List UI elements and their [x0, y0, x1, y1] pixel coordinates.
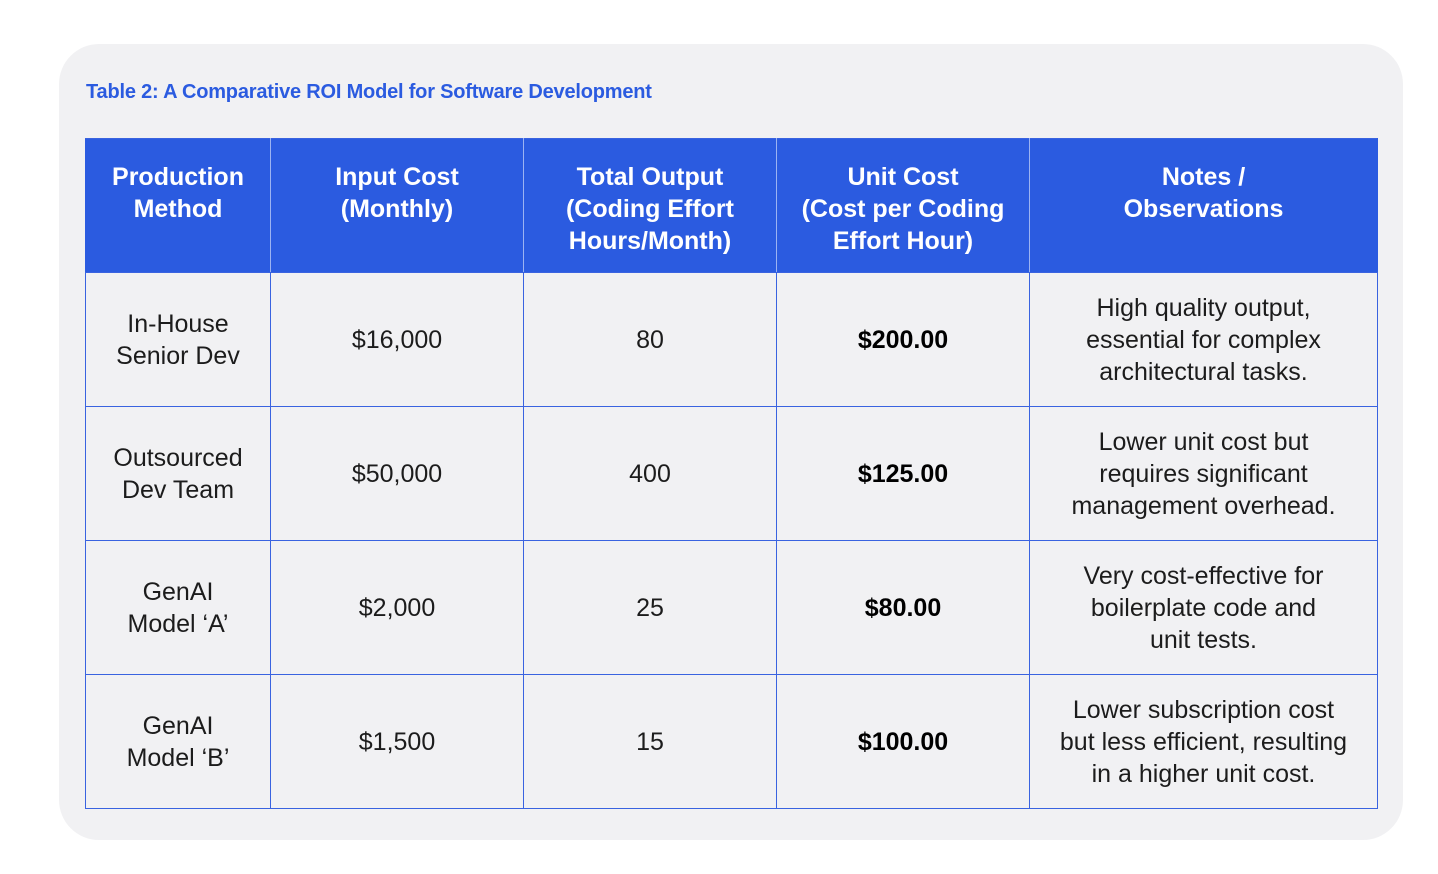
cell-line: boilerplate code and [1090, 593, 1317, 622]
cell-notes: Lower subscription cost but less efficie… [1029, 674, 1378, 809]
cell-notes: Lower unit cost but requires significant… [1029, 406, 1378, 541]
header-line: Total Output [576, 163, 724, 191]
cell-input-cost: $50,000 [270, 406, 524, 541]
cell-line: in a higher unit cost. [1091, 759, 1316, 788]
cell-line: unit tests. [1150, 625, 1257, 654]
header-row: Production Method Input Cost (Monthly) T… [85, 138, 1378, 273]
table-row: GenAI Model ‘B’ $1,500 15 $100.00 Lower … [85, 674, 1378, 809]
cell-method: Outsourced Dev Team [85, 406, 271, 541]
table-row: GenAI Model ‘A’ $2,000 25 $80.00 Very co… [85, 540, 1378, 675]
header-line: (Coding Effort [565, 195, 734, 223]
cell-notes: High quality output, essential for compl… [1029, 272, 1378, 407]
header-input-cost: Input Cost (Monthly) [270, 138, 524, 273]
cell-notes: Very cost-effective for boilerplate code… [1029, 540, 1378, 675]
header-line: Effort Hour) [832, 227, 974, 255]
cell-input-cost: $1,500 [270, 674, 524, 809]
cell-line: GenAI [142, 577, 214, 606]
cell-line: architectural tasks. [1099, 357, 1308, 386]
cell-line: Very cost-effective for [1083, 561, 1324, 590]
cell-line: Lower subscription cost [1072, 695, 1335, 724]
cell-line: Model ‘B’ [126, 743, 230, 772]
roi-table: Production Method Input Cost (Monthly) T… [85, 138, 1378, 809]
header-line: Hours/Month) [568, 227, 732, 255]
header-total-output: Total Output (Coding Effort Hours/Month) [523, 138, 777, 273]
cell-unit-cost: $80.00 [776, 540, 1030, 675]
header-line: Notes / [1161, 163, 1246, 191]
cell-line: Outsourced [113, 443, 243, 472]
cell-line: Dev Team [121, 475, 235, 504]
cell-line: but less efficient, resulting [1059, 727, 1348, 756]
cell-unit-cost: $200.00 [776, 272, 1030, 407]
cell-method: In-House Senior Dev [85, 272, 271, 407]
cell-line: requires significant [1099, 459, 1308, 488]
header-line: Production [112, 163, 244, 191]
header-line: Method [133, 195, 223, 223]
cell-line: GenAI [142, 711, 214, 740]
cell-output: 400 [523, 406, 777, 541]
cell-line: High quality output, [1096, 293, 1311, 322]
cell-line: Model ‘A’ [127, 609, 229, 638]
cell-line: management overhead. [1071, 491, 1336, 520]
cell-line: In-House [127, 309, 229, 338]
cell-output: 80 [523, 272, 777, 407]
cell-output: 15 [523, 674, 777, 809]
cell-method: GenAI Model ‘B’ [85, 674, 271, 809]
cell-line: Lower unit cost but [1098, 427, 1309, 456]
cell-output: 25 [523, 540, 777, 675]
table-row: In-House Senior Dev $16,000 80 $200.00 H… [85, 272, 1378, 407]
cell-input-cost: $2,000 [270, 540, 524, 675]
header-line: Input Cost [335, 163, 459, 191]
cell-line: essential for complex [1086, 325, 1321, 354]
header-unit-cost: Unit Cost (Cost per Coding Effort Hour) [776, 138, 1030, 273]
header-line: Unit Cost [847, 163, 959, 191]
header-production-method: Production Method [85, 138, 271, 273]
header-notes: Notes / Observations [1029, 138, 1378, 273]
table-caption: Table 2: A Comparative ROI Model for Sof… [86, 81, 652, 103]
cell-unit-cost: $125.00 [776, 406, 1030, 541]
cell-unit-cost: $100.00 [776, 674, 1030, 809]
cell-input-cost: $16,000 [270, 272, 524, 407]
header-line: (Cost per Coding [801, 195, 1005, 223]
table-row: Outsourced Dev Team $50,000 400 $125.00 … [85, 406, 1378, 541]
header-line: Observations [1123, 195, 1284, 223]
cell-method: GenAI Model ‘A’ [85, 540, 271, 675]
header-line: (Monthly) [340, 195, 454, 223]
cell-line: Senior Dev [116, 341, 240, 370]
